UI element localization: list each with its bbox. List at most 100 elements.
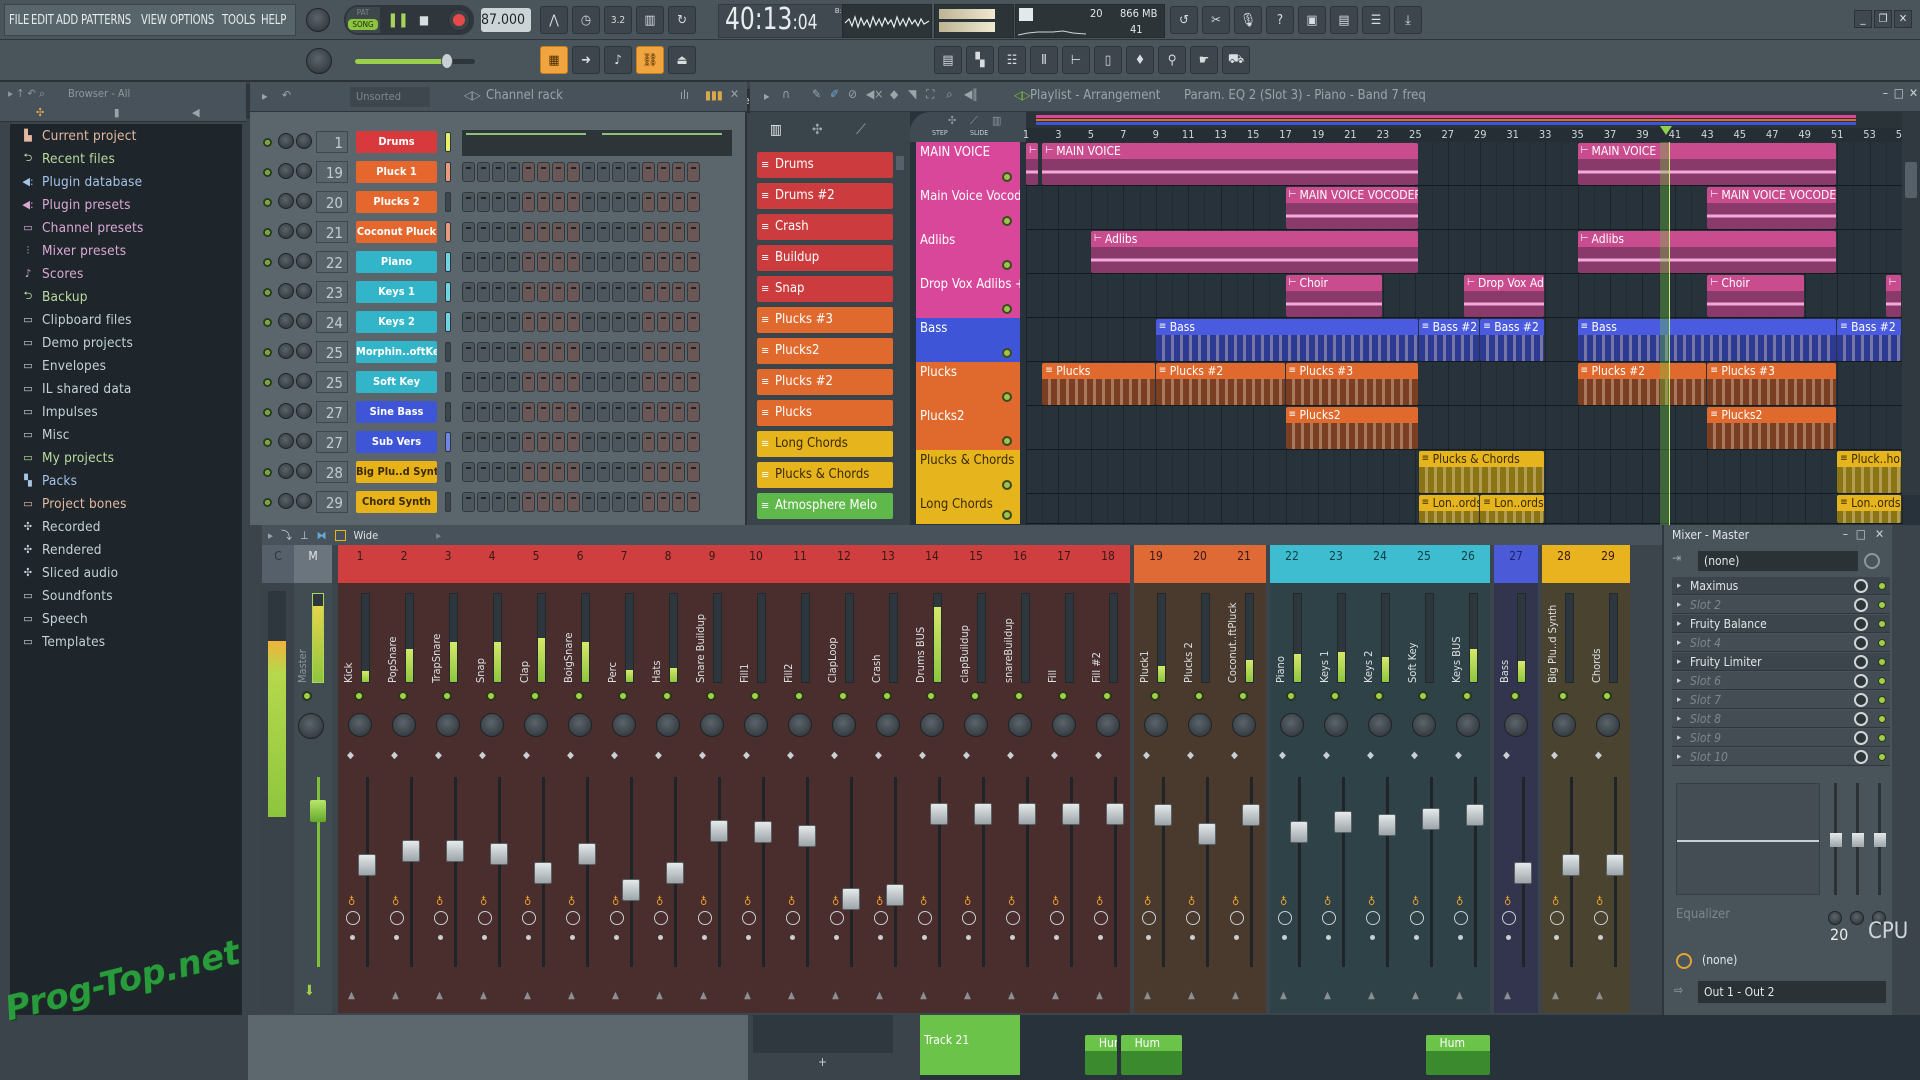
arrangement-clip[interactable]: Bass: [1155, 319, 1418, 361]
steps-view-icon[interactable]: ▮▮▮: [705, 88, 723, 102]
mixer-pan-knob[interactable]: [480, 713, 504, 737]
route-arrow-icon[interactable]: ▲: [1096, 990, 1103, 1001]
step-button[interactable]: [657, 432, 670, 452]
step-button[interactable]: [522, 192, 535, 212]
step-button[interactable]: [657, 252, 670, 272]
step-button[interactable]: [612, 222, 625, 242]
route-dot[interactable]: [922, 935, 927, 940]
file-filter-icon[interactable]: ▮: [114, 106, 119, 119]
stereo-separation-icon[interactable]: ◆: [875, 750, 882, 761]
panel-maximize-icon[interactable]: □: [1856, 527, 1866, 541]
mixer-track[interactable]: 17 Fill ◆ ♁ ▲: [1042, 545, 1086, 1013]
sidechain-clock-icon[interactable]: [1676, 953, 1692, 969]
channel-mute-led[interactable]: [263, 228, 272, 237]
channel-mixer-number[interactable]: 27: [316, 401, 348, 423]
step-button[interactable]: [552, 342, 565, 362]
step-button[interactable]: [582, 192, 595, 212]
route-dot[interactable]: [878, 935, 883, 940]
effect-slot[interactable]: Fruity Balance: [1672, 615, 1890, 633]
route-dot[interactable]: [1098, 935, 1103, 940]
step-button[interactable]: [657, 342, 670, 362]
cpu-memory-monitor[interactable]: 20 866 MB 41: [1015, 4, 1165, 38]
mixer-volume-fader[interactable]: [1242, 804, 1260, 827]
tempo-display[interactable]: 87.000: [481, 8, 531, 32]
pattern-item[interactable]: Atmosphere Melo: [757, 493, 893, 519]
step-button[interactable]: [642, 252, 655, 272]
arrangement-clip[interactable]: Adlibs: [1577, 231, 1837, 273]
effect-slot[interactable]: Maximus: [1672, 577, 1890, 595]
bottom-track-header[interactable]: Track 21: [920, 1015, 1020, 1075]
mixer-track-enable-led[interactable]: [1194, 691, 1204, 701]
eq-knob[interactable]: [1850, 911, 1864, 925]
arrangement-clip[interactable]: Plucks #3: [1285, 363, 1418, 405]
mixer-track[interactable]: 23 Keys 1 ◆ ♁ ▲: [1314, 545, 1358, 1013]
playlist-minimize-icon[interactable]: –: [1883, 86, 1888, 100]
latency-icon[interactable]: [1050, 911, 1064, 925]
track-header[interactable]: MAIN VOICE: [916, 142, 1020, 186]
step-button[interactable]: [507, 282, 520, 302]
route-dot[interactable]: [702, 935, 707, 940]
latency-icon[interactable]: [654, 911, 668, 925]
step-button[interactable]: [642, 312, 655, 332]
step-button[interactable]: [657, 312, 670, 332]
channel-pan-knob[interactable]: [296, 343, 312, 359]
channel-select-indicator[interactable]: [445, 312, 451, 332]
step-button[interactable]: [522, 402, 535, 422]
mixer-track[interactable]: 21 Coconut..ftPluck ◆ ♁ ▲: [1222, 545, 1266, 1013]
mixer-volume-fader[interactable]: [974, 802, 992, 825]
step-button[interactable]: [612, 162, 625, 182]
mixer-track-enable-led[interactable]: [574, 691, 584, 701]
step-button[interactable]: [537, 402, 550, 422]
step-button[interactable]: [477, 462, 490, 482]
step-button[interactable]: [612, 402, 625, 422]
main-volume-slider[interactable]: [355, 53, 475, 69]
mixer-pan-knob[interactable]: [1052, 713, 1076, 737]
pencil-icon[interactable]: ✎: [812, 87, 821, 101]
step-button[interactable]: [597, 192, 610, 212]
effect-mix-knob[interactable]: [1854, 731, 1868, 745]
mixer-volume-fader[interactable]: [534, 862, 552, 884]
audio-filter-icon[interactable]: ✣: [36, 106, 44, 119]
step-button[interactable]: [552, 462, 565, 482]
channel-name-button[interactable]: Plucks 2: [356, 191, 437, 213]
step-button[interactable]: [492, 162, 505, 182]
step-button[interactable]: [462, 222, 475, 242]
stereo-separation-icon[interactable]: ◆: [1143, 750, 1150, 761]
mixer-pan-knob[interactable]: [1096, 713, 1120, 737]
latency-icon[interactable]: [1278, 911, 1292, 925]
route-arrow-icon[interactable]: ▲: [1596, 990, 1603, 1001]
channel-row[interactable]: 25 Soft Key: [250, 370, 747, 396]
step-button[interactable]: [672, 402, 685, 422]
automation-filter-icon[interactable]: ⟋: [856, 122, 866, 138]
latency-clock-icon[interactable]: [1864, 553, 1880, 569]
pattern-item[interactable]: Plucks #3: [757, 307, 893, 333]
pattern-item[interactable]: Drums: [757, 152, 893, 178]
mixer-pan-knob[interactable]: [392, 713, 416, 737]
mixer-volume-fader[interactable]: [1106, 802, 1124, 825]
record-arm-icon[interactable]: ♁: [1456, 895, 1463, 908]
latency-icon[interactable]: [1142, 911, 1156, 925]
mixer-pan-knob[interactable]: [832, 713, 856, 737]
step-button[interactable]: [477, 222, 490, 242]
step-button[interactable]: [522, 342, 535, 362]
step-button[interactable]: [507, 312, 520, 332]
browser-item[interactable]: ◀: Plugin database: [10, 170, 242, 193]
menu-file[interactable]: FILE: [9, 13, 29, 28]
route-arrow-icon[interactable]: ▲: [744, 990, 751, 1001]
wait-input-icon[interactable]: ◷: [572, 6, 600, 34]
route-arrow-icon[interactable]: ▲: [1052, 990, 1059, 1001]
mixer-track-enable-led[interactable]: [442, 691, 452, 701]
step-button[interactable]: [507, 492, 520, 512]
record-arm-icon[interactable]: ♁: [788, 895, 795, 908]
track-header[interactable]: Plucks & Chords: [916, 450, 1020, 494]
step-button[interactable]: [612, 312, 625, 332]
pattern-item[interactable]: Plucks: [757, 400, 893, 426]
channel-mixer-number[interactable]: 25: [316, 371, 348, 393]
step-button[interactable]: [597, 432, 610, 452]
route-dot[interactable]: [1190, 935, 1195, 940]
mixer-pan-knob[interactable]: [788, 713, 812, 737]
channel-mute-led[interactable]: [263, 348, 272, 357]
step-button[interactable]: [687, 342, 700, 362]
step-button[interactable]: [597, 402, 610, 422]
select-icon[interactable]: ⛶: [926, 87, 934, 102]
